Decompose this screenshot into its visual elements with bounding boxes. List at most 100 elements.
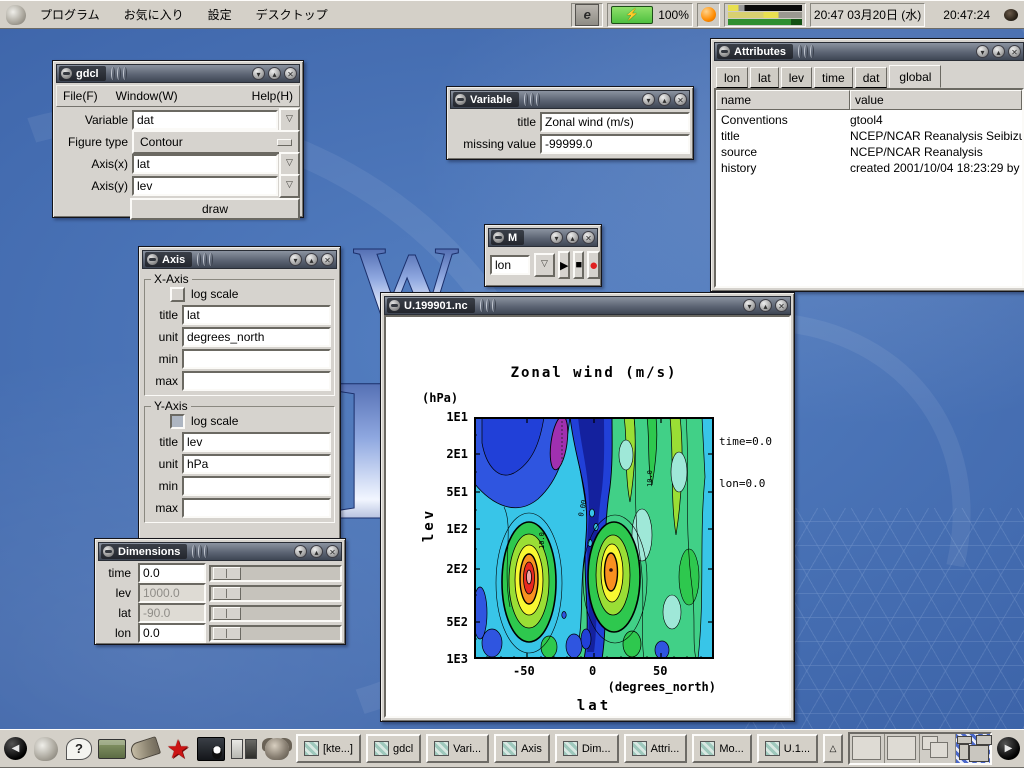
missing-value-field[interactable]: -99999.0 <box>540 134 690 154</box>
maximize-icon[interactable]: ▴ <box>566 231 579 244</box>
brush-launcher[interactable] <box>131 735 159 763</box>
pager-desktop-2[interactable] <box>885 734 920 763</box>
x-max-field[interactable] <box>182 371 331 391</box>
toolbox-launcher[interactable] <box>98 735 126 763</box>
movie-titlebar[interactable]: M ▾ ▴ ✕ <box>488 228 598 247</box>
variable-field[interactable]: dat <box>132 110 278 130</box>
slider-handle[interactable] <box>213 587 241 600</box>
task-button-kterm[interactable]: [kte...] <box>296 734 361 763</box>
tab-lat[interactable]: lat <box>750 67 779 88</box>
window-menu-icon[interactable] <box>389 300 400 311</box>
plot-titlebar[interactable]: U.199901.nc ▾ ▴ ✕ <box>384 296 791 315</box>
y-title-field[interactable]: lev <box>182 432 331 452</box>
axis-y-field[interactable]: lev <box>132 176 278 196</box>
minimize-icon[interactable]: ▾ <box>976 45 989 58</box>
title-field[interactable]: Zonal wind (m/s) <box>540 112 690 132</box>
system-monitor-applet[interactable] <box>724 3 806 27</box>
table-row[interactable]: title NCEP/NCAR Reanalysis Seibizu <box>716 128 1022 144</box>
close-icon[interactable]: ✕ <box>284 67 297 80</box>
minimize-icon[interactable]: ▾ <box>252 67 265 80</box>
task-button-plot[interactable]: U.1... <box>757 734 818 763</box>
star-launcher[interactable]: ★ <box>164 735 192 763</box>
window-menu-icon[interactable] <box>147 254 158 265</box>
lon-slider[interactable] <box>209 625 342 642</box>
axis-titlebar[interactable]: Axis ▾ ▴ ✕ <box>142 250 337 269</box>
help-launcher[interactable]: ? <box>65 735 93 763</box>
close-icon[interactable]: ✕ <box>674 93 687 106</box>
window-menu-icon[interactable] <box>455 94 466 105</box>
task-button-attributes[interactable]: Attri... <box>624 734 688 763</box>
minimize-icon[interactable]: ▾ <box>550 231 563 244</box>
main-menu-foot-icon[interactable] <box>6 5 26 25</box>
maximize-icon[interactable]: ▴ <box>310 545 323 558</box>
panel-hide-right-button[interactable]: ▶ <box>997 737 1020 760</box>
maximize-icon[interactable]: ▴ <box>305 253 318 266</box>
menu-window[interactable]: Window(W) <box>116 89 178 103</box>
slider-handle[interactable] <box>213 567 241 580</box>
maximize-icon[interactable]: ▴ <box>759 299 772 312</box>
slider-handle[interactable] <box>213 627 241 640</box>
dimensions-titlebar[interactable]: Dimensions ▾ ▴ ✕ <box>98 542 342 561</box>
task-button-variable[interactable]: Vari... <box>426 734 489 763</box>
play-button[interactable]: ▶ <box>558 251 570 279</box>
pager-desktop-1[interactable] <box>850 734 885 763</box>
panel-hide-left-button[interactable]: ◀ <box>4 737 27 760</box>
x-unit-field[interactable]: degrees_north <box>182 327 331 347</box>
table-row[interactable]: source NCEP/NCAR Reanalysis <box>716 144 1022 160</box>
slider-handle[interactable] <box>213 607 241 620</box>
y-log-scale-checkbox[interactable] <box>170 414 185 429</box>
x-min-field[interactable] <box>182 349 331 369</box>
minimize-icon[interactable]: ▾ <box>642 93 655 106</box>
close-icon[interactable]: ✕ <box>321 253 334 266</box>
tab-lev[interactable]: lev <box>781 67 812 88</box>
time-slider[interactable] <box>209 565 342 582</box>
task-button-axis[interactable]: Axis <box>494 734 550 763</box>
table-row[interactable]: history created 2001/10/04 18:23:29 by <box>716 160 1022 176</box>
tab-lon[interactable]: lon <box>716 67 748 88</box>
window-menu-icon[interactable] <box>719 46 730 57</box>
maximize-icon[interactable]: ▴ <box>658 93 671 106</box>
variable-titlebar[interactable]: Variable ▾ ▴ ✕ <box>450 90 690 109</box>
bug-icon[interactable] <box>1004 9 1018 21</box>
record-button[interactable]: ● <box>587 251 600 279</box>
screens-launcher[interactable] <box>230 735 258 763</box>
close-icon[interactable]: ✕ <box>775 299 788 312</box>
maximize-icon[interactable]: ▴ <box>268 67 281 80</box>
gnu-launcher[interactable] <box>263 735 291 763</box>
task-button-movie[interactable]: Mo... <box>692 734 751 763</box>
close-icon[interactable]: ✕ <box>326 545 339 558</box>
window-menu-icon[interactable] <box>103 546 114 557</box>
close-icon[interactable]: ✕ <box>582 231 595 244</box>
attributes-titlebar[interactable]: Attributes ▾ ▴ ✕ <box>714 42 1024 61</box>
gdcl-titlebar[interactable]: gdcl ▾ ▴ ✕ <box>56 64 300 83</box>
lev-slider[interactable] <box>209 585 342 602</box>
combo-arrow-icon[interactable]: ▽ <box>279 174 300 198</box>
menu-favorites[interactable]: お気に入り <box>114 4 194 25</box>
pager-arrow-button[interactable]: △ <box>823 734 843 763</box>
minimize-icon[interactable]: ▾ <box>289 253 302 266</box>
task-button-gdcl[interactable]: gdcl <box>366 734 421 763</box>
y-min-field[interactable] <box>182 476 331 496</box>
combo-arrow-icon[interactable]: ▽ <box>279 152 300 176</box>
tab-global[interactable]: global <box>889 65 941 88</box>
movie-dimension-field[interactable]: lon <box>490 255 530 275</box>
time-field[interactable]: 0.0 <box>138 563 206 583</box>
gnome-menu-launcher[interactable] <box>32 735 60 763</box>
lat-slider[interactable] <box>209 605 342 622</box>
lon-field[interactable]: 0.0 <box>138 623 206 643</box>
menu-help[interactable]: Help(H) <box>252 89 293 103</box>
y-max-field[interactable] <box>182 498 331 518</box>
y-unit-field[interactable]: hPa <box>182 454 331 474</box>
task-button-dimensions[interactable]: Dim... <box>555 734 619 763</box>
menu-desktop[interactable]: デスクトップ <box>246 4 338 25</box>
window-menu-icon[interactable] <box>61 68 72 79</box>
draw-button[interactable]: draw <box>130 198 300 220</box>
figure-type-option-menu[interactable]: Contour <box>132 130 300 154</box>
x-title-field[interactable]: lat <box>182 305 331 325</box>
close-icon[interactable]: ✕ <box>1008 45 1021 58</box>
x-log-scale-checkbox[interactable] <box>170 287 185 302</box>
axis-x-field[interactable]: lat <box>132 154 278 174</box>
ball-applet[interactable] <box>697 3 720 27</box>
combo-arrow-icon[interactable]: ▽ <box>534 253 555 277</box>
pager-desktop-3[interactable] <box>920 734 955 763</box>
